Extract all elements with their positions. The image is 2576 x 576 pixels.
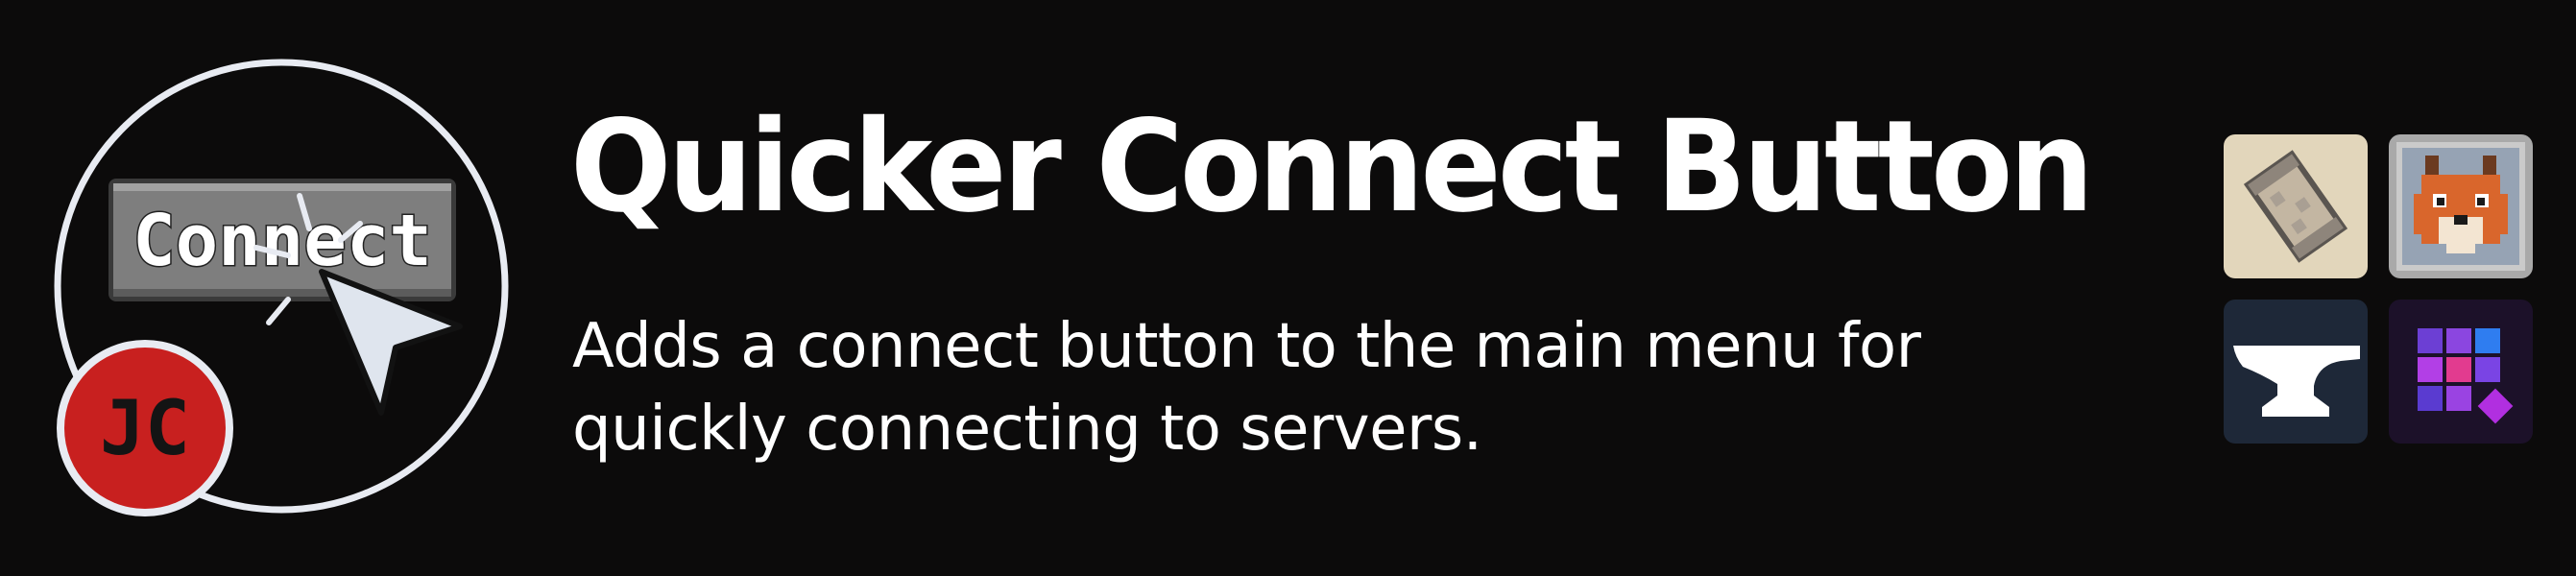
paper-scroll-icon: [2224, 134, 2368, 278]
author-badge-icon: JC: [57, 340, 233, 516]
author-initials: JC: [100, 386, 190, 472]
platform-badge-fox[interactable]: [2389, 134, 2533, 278]
connect-button-icon: Connect: [108, 179, 456, 301]
mod-description: Adds a connect button to the main menu f…: [572, 311, 1921, 465]
puzzle-grid-icon: [2389, 300, 2533, 444]
platform-badge-puzzle[interactable]: [2389, 300, 2533, 444]
page-title: Quicker Connect Button: [570, 93, 2094, 241]
fox-face-icon: [2389, 134, 2533, 278]
connect-button-label: Connect: [132, 200, 432, 282]
platform-badges: [2224, 134, 2533, 444]
mod-logo: Connect JC: [53, 56, 514, 526]
platform-badge-anvil[interactable]: [2224, 300, 2368, 444]
platform-badge-paper[interactable]: [2224, 134, 2368, 278]
anvil-icon: [2224, 300, 2368, 444]
